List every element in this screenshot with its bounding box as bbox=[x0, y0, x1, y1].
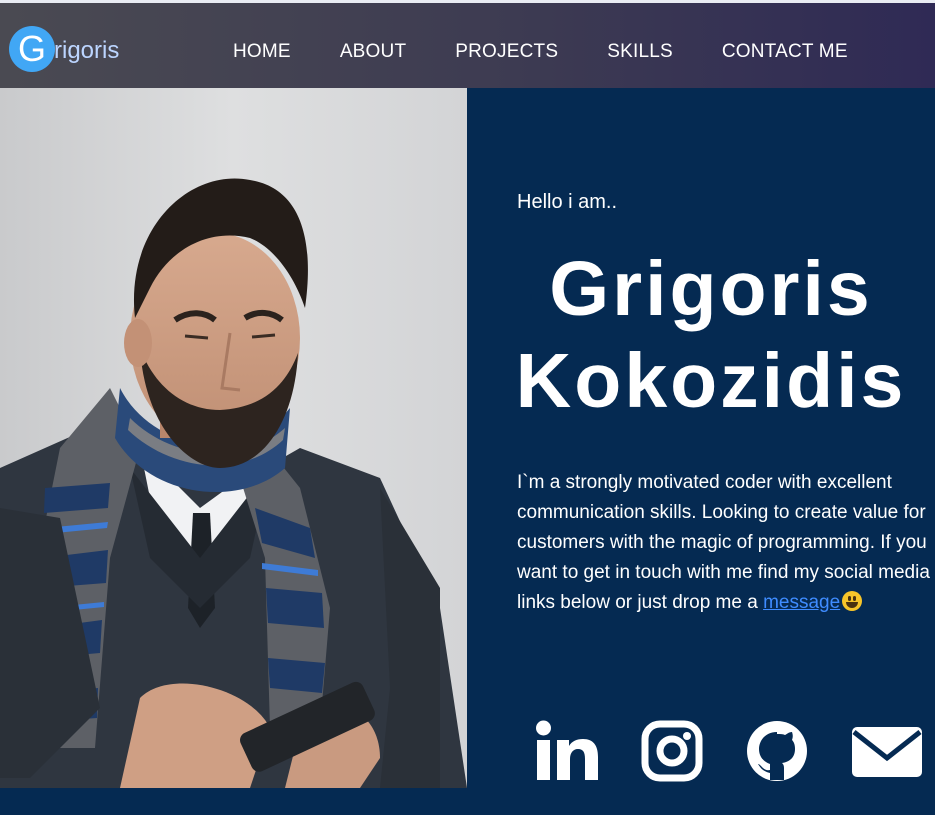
profile-photo-illustration bbox=[0, 88, 467, 788]
logo-circle: G bbox=[9, 26, 55, 72]
hero-name: Grigoris Kokozidis bbox=[487, 243, 935, 427]
main-nav: HOME ABOUT PROJECTS SKILLS CONTACT ME bbox=[233, 41, 848, 63]
message-link[interactable]: message bbox=[763, 592, 840, 613]
social-links bbox=[467, 720, 935, 788]
nav-home[interactable]: HOME bbox=[233, 41, 291, 63]
hero-section: Hello i am.. Grigoris Kokozidis I`m a st… bbox=[467, 88, 935, 788]
grinning-face-emoji-icon bbox=[842, 591, 863, 611]
nav-contact-me[interactable]: CONTACT ME bbox=[722, 41, 848, 63]
instagram-icon[interactable] bbox=[641, 720, 703, 787]
nav-about[interactable]: ABOUT bbox=[340, 41, 406, 63]
navbar: G rigoris HOME ABOUT PROJECTS SKILLS CON… bbox=[0, 3, 935, 88]
email-icon[interactable] bbox=[851, 726, 923, 783]
last-name: Kokozidis bbox=[515, 338, 907, 424]
greeting: Hello i am.. bbox=[517, 191, 618, 213]
nav-projects[interactable]: PROJECTS bbox=[455, 41, 558, 63]
linkedin-icon[interactable] bbox=[535, 720, 599, 787]
page-footer-band bbox=[0, 788, 935, 815]
bio: I`m a strongly motivated coder with exce… bbox=[517, 468, 932, 618]
bio-text: I`m a strongly motivated coder with exce… bbox=[517, 472, 930, 613]
first-name: Grigoris bbox=[549, 246, 873, 332]
nav-skills[interactable]: SKILLS bbox=[607, 41, 673, 63]
logo-text: rigoris bbox=[54, 37, 120, 64]
github-icon[interactable] bbox=[746, 720, 808, 787]
logo[interactable]: G rigoris bbox=[9, 25, 119, 73]
profile-photo bbox=[0, 88, 467, 788]
